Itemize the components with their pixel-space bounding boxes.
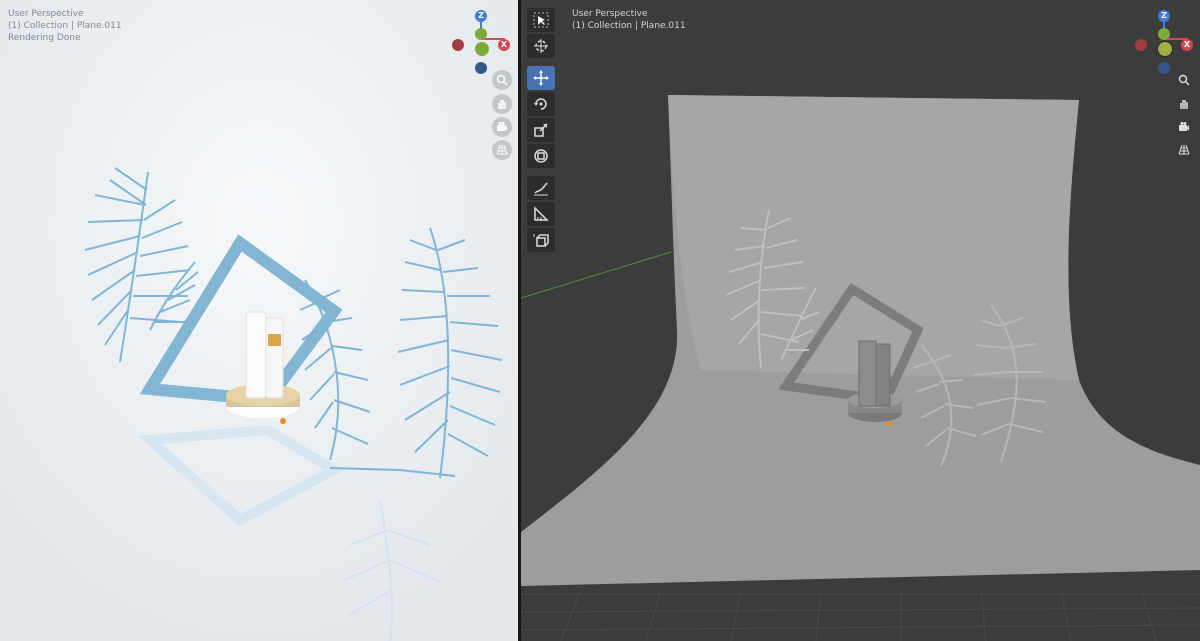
solid-scene bbox=[521, 95, 1200, 641]
center-ball[interactable] bbox=[475, 42, 489, 56]
viewport-info-overlay: User Perspective (1) Collection | Plane.… bbox=[572, 8, 686, 32]
y-axis-ball[interactable] bbox=[1158, 28, 1170, 40]
bottle-short bbox=[875, 343, 891, 407]
camera-icon[interactable] bbox=[1174, 117, 1194, 137]
bottle-tall bbox=[858, 340, 877, 407]
grid-icon[interactable] bbox=[1174, 140, 1194, 160]
bottle-short bbox=[265, 317, 284, 399]
move-icon[interactable] bbox=[527, 66, 555, 90]
neg-z-axis-ball[interactable] bbox=[475, 62, 487, 74]
solid-viewport[interactable]: User Perspective (1) Collection | Plane.… bbox=[521, 0, 1200, 641]
x-axis-ball[interactable]: X bbox=[498, 39, 510, 51]
z-axis-ball[interactable]: Z bbox=[1158, 10, 1170, 22]
collection-label: (1) Collection | Plane.011 bbox=[8, 21, 122, 31]
neg-x-axis-ball[interactable] bbox=[1135, 39, 1147, 51]
hand-icon[interactable] bbox=[492, 94, 512, 114]
neg-x-axis-ball[interactable] bbox=[452, 39, 464, 51]
center-ball[interactable] bbox=[1158, 42, 1172, 56]
hand-icon[interactable] bbox=[1174, 94, 1194, 114]
y-axis-ball[interactable] bbox=[475, 28, 487, 40]
view-name: User Perspective bbox=[8, 9, 84, 19]
annotate-icon[interactable] bbox=[527, 176, 555, 200]
rotate-icon[interactable] bbox=[527, 92, 555, 116]
grid-icon[interactable] bbox=[492, 140, 512, 160]
bottle-tall bbox=[245, 311, 267, 399]
add-cube-icon[interactable] bbox=[527, 228, 555, 252]
render-status: Rendering Done bbox=[8, 33, 81, 43]
cursor-icon[interactable] bbox=[527, 34, 555, 58]
navigation-gizmo[interactable]: Z X bbox=[450, 6, 510, 76]
view-name: User Perspective bbox=[572, 9, 648, 19]
viewport-info-overlay: User Perspective (1) Collection | Plane.… bbox=[8, 8, 122, 44]
rendered-scene bbox=[0, 0, 518, 641]
x-axis-ball[interactable]: X bbox=[1181, 39, 1193, 51]
tool-shelf bbox=[527, 8, 557, 254]
measure-icon[interactable] bbox=[527, 202, 555, 226]
collection-label: (1) Collection | Plane.011 bbox=[572, 21, 686, 31]
z-axis-ball[interactable]: Z bbox=[475, 10, 487, 22]
zoom-icon[interactable] bbox=[1174, 70, 1194, 90]
navigation-gizmo[interactable]: Z X bbox=[1133, 6, 1193, 76]
zoom-icon[interactable] bbox=[492, 70, 512, 90]
rendered-viewport[interactable]: User Perspective (1) Collection | Plane.… bbox=[0, 0, 518, 641]
neg-z-axis-ball[interactable] bbox=[1158, 62, 1170, 74]
scale-icon[interactable] bbox=[527, 118, 555, 142]
transform-icon[interactable] bbox=[527, 144, 555, 168]
camera-icon[interactable] bbox=[492, 117, 512, 137]
select-box-icon[interactable] bbox=[527, 8, 555, 32]
